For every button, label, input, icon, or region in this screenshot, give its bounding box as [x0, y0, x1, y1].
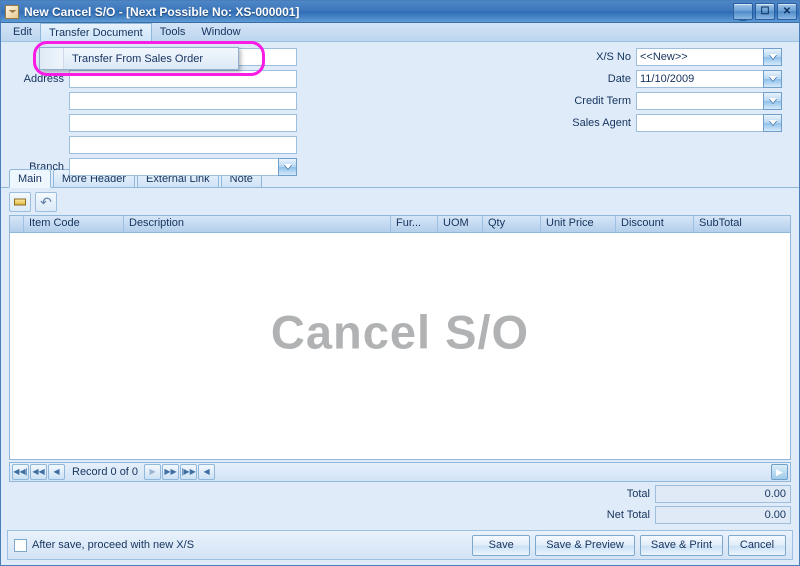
record-count-label: Record 0 of 0	[72, 466, 139, 478]
label-net-total: Net Total	[606, 509, 650, 521]
address-line-4-input[interactable]	[69, 136, 297, 154]
field-row-sales-agent: Sales Agent	[556, 114, 791, 132]
xs-no-input[interactable]: <<New>>	[636, 48, 763, 66]
menu-item-tools[interactable]: Tools	[152, 23, 194, 41]
label-sales-agent: Sales Agent	[572, 117, 631, 129]
field-row-address-3	[9, 114, 309, 132]
sales-agent-combo[interactable]	[636, 114, 782, 132]
chevron-down-icon[interactable]	[763, 70, 782, 88]
address-line-2-input[interactable]	[69, 92, 297, 110]
grid-header-row: Item Code Description Fur... UOM Qty Uni…	[10, 216, 790, 233]
header-right-column: X/S No <<New>> Date 11/10/2009 Credit Te…	[556, 48, 791, 136]
previous-page-button[interactable]: ◀◀	[30, 464, 47, 480]
grid-column-item-code[interactable]: Item Code	[24, 216, 124, 232]
grid-toolbar: ↶	[1, 188, 799, 215]
label-address: Address	[23, 73, 64, 85]
minimize-button[interactable]: _	[733, 3, 753, 22]
chevron-down-icon[interactable]	[763, 114, 782, 132]
xs-no-combo[interactable]: <<New>>	[636, 48, 782, 66]
delete-row-button[interactable]	[9, 191, 31, 212]
next-record-button[interactable]: ▶	[144, 464, 162, 480]
label-date: Date	[607, 73, 631, 85]
net-total-row: Net Total 0.00	[1, 506, 791, 524]
after-save-checkbox-label: After save, proceed with new X/S	[32, 539, 195, 551]
field-row-branch: Branch	[9, 158, 309, 176]
label-total: Total	[626, 488, 650, 500]
window-controls: _ ☐ ✕	[733, 3, 797, 22]
bottom-action-bar: After save, proceed with new X/S Save Sa…	[7, 530, 793, 560]
field-row-date: Date 11/10/2009	[556, 70, 791, 88]
first-record-button[interactable]: ◀◀|	[12, 464, 29, 480]
field-row-address-1: Address	[9, 70, 309, 88]
grid-body[interactable]: Cancel S/O	[10, 233, 790, 459]
menu-icon-gutter	[40, 48, 64, 69]
field-row-address-2	[9, 92, 309, 110]
menu-item-transfer-from-sales-order[interactable]: Transfer From Sales Order	[64, 48, 203, 69]
after-save-checkbox-wrapper[interactable]: After save, proceed with new X/S	[14, 538, 195, 552]
address-line-3-input[interactable]	[69, 114, 297, 132]
collapse-navigator-button[interactable]: ◀	[198, 464, 216, 480]
menu-item-transfer-document[interactable]: Transfer Document	[39, 23, 152, 41]
menu-item-window[interactable]: Window	[193, 23, 248, 41]
grid-column-selector	[10, 216, 24, 232]
field-row-address-4	[9, 136, 309, 154]
action-buttons: Save Save & Preview Save & Print Cancel	[472, 534, 786, 556]
grid-column-discount[interactable]: Discount	[616, 216, 694, 232]
label-xs-no: X/S No	[596, 51, 631, 63]
sales-agent-input[interactable]	[636, 114, 763, 132]
save-button[interactable]: Save	[472, 534, 531, 556]
cancel-button[interactable]: Cancel	[728, 534, 786, 556]
next-page-button[interactable]: ▶▶	[162, 464, 180, 480]
menu-bar: Edit Transfer Document Tools Window	[1, 23, 799, 42]
item-grid[interactable]: Item Code Description Fur... UOM Qty Uni…	[9, 215, 791, 460]
document-icon	[5, 4, 19, 19]
minus-icon	[14, 198, 26, 205]
totals-section: Total 0.00 Net Total 0.00	[1, 482, 799, 527]
save-and-preview-button[interactable]: Save & Preview	[535, 534, 635, 556]
maximize-button[interactable]: ☐	[755, 3, 775, 20]
chevron-down-icon[interactable]	[763, 48, 782, 66]
maximize-icon: ☐	[760, 5, 770, 17]
scroll-right-button[interactable]: ▶	[771, 464, 788, 480]
close-button[interactable]: ✕	[777, 3, 797, 20]
field-row-credit-term: Credit Term	[556, 92, 791, 110]
branch-input[interactable]	[69, 158, 278, 176]
grid-column-subtotal[interactable]: SubTotal	[694, 216, 790, 232]
grid-column-description[interactable]: Description	[124, 216, 391, 232]
label-credit-term: Credit Term	[574, 95, 631, 107]
menu-item-edit[interactable]: Edit	[5, 23, 40, 41]
close-icon: ✕	[782, 5, 792, 17]
window-title: New Cancel S/O - [Next Possible No: XS-0…	[24, 4, 300, 19]
grid-watermark: Cancel S/O	[270, 305, 530, 359]
transfer-document-menu: Transfer From Sales Order	[39, 47, 239, 70]
date-combo[interactable]: 11/10/2009	[636, 70, 782, 88]
credit-term-input[interactable]	[636, 92, 763, 110]
previous-record-button[interactable]: ◀	[48, 464, 65, 480]
grid-column-uom[interactable]: UOM	[438, 216, 483, 232]
last-record-button[interactable]: |▶▶	[180, 464, 198, 480]
date-input[interactable]: 11/10/2009	[636, 70, 763, 88]
total-row: Total 0.00	[1, 485, 791, 503]
grid-column-further-description[interactable]: Fur...	[391, 216, 438, 232]
save-and-print-button[interactable]: Save & Print	[639, 534, 723, 556]
address-line-1-input[interactable]	[69, 70, 297, 88]
record-navigator: ◀◀| ◀◀ ◀ Record 0 of 0 ▶ ▶▶ |▶▶ ◀ ▶	[9, 462, 791, 482]
title-bar: New Cancel S/O - [Next Possible No: XS-0…	[1, 1, 799, 23]
grid-column-unit-price[interactable]: Unit Price	[541, 216, 616, 232]
net-total-value: 0.00	[655, 506, 791, 524]
minimize-icon: _	[739, 7, 747, 22]
credit-term-combo[interactable]	[636, 92, 782, 110]
after-save-checkbox[interactable]	[14, 538, 27, 552]
tab-main[interactable]: Main	[9, 169, 51, 188]
application-window: New Cancel S/O - [Next Possible No: XS-0…	[0, 0, 800, 566]
field-row-xs-no: X/S No <<New>>	[556, 48, 791, 66]
grid-column-qty[interactable]: Qty	[483, 216, 541, 232]
chevron-down-icon[interactable]	[278, 158, 297, 176]
undo-button[interactable]: ↶	[35, 191, 57, 212]
chevron-down-icon[interactable]	[763, 92, 782, 110]
undo-arrow-icon: ↶	[40, 193, 52, 210]
total-value: 0.00	[655, 485, 791, 503]
branch-combo[interactable]	[69, 158, 297, 176]
